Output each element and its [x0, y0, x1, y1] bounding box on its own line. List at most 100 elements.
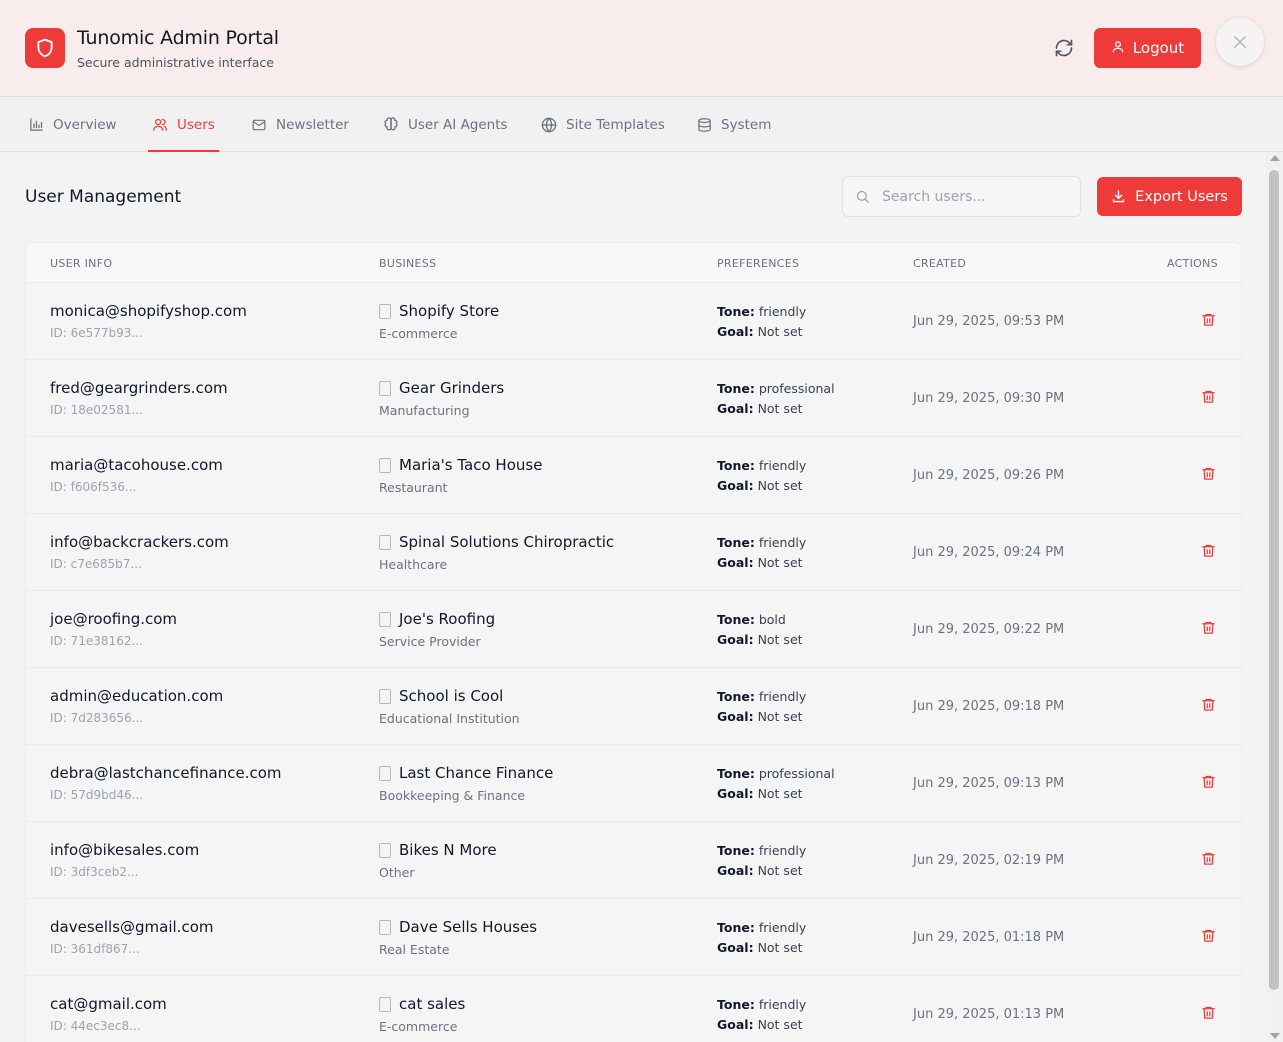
building-icon: [379, 381, 391, 396]
tab-system[interactable]: System: [697, 97, 771, 152]
goal-preference: Goal: Not set: [717, 863, 803, 878]
delete-user-button[interactable]: [1201, 619, 1217, 636]
created-date: Jun 29, 2025, 09:18 PM: [913, 699, 1065, 714]
tone-value: professional: [758, 766, 835, 781]
delete-user-button[interactable]: [1201, 542, 1217, 559]
tone-preference: Tone: friendly: [717, 997, 806, 1012]
delete-user-button[interactable]: [1201, 850, 1217, 867]
tone-label: Tone:: [717, 458, 755, 473]
column-header-preferences: PREFERENCES: [717, 257, 800, 270]
goal-preference: Goal: Not set: [717, 478, 803, 493]
tone-value: friendly: [758, 843, 807, 858]
building-icon: [379, 997, 391, 1012]
tab-user-ai-agents[interactable]: User AI Agents: [383, 97, 508, 152]
scrollbar-thumb[interactable]: [1269, 170, 1279, 990]
shield-icon: [25, 28, 65, 68]
logout-button[interactable]: Logout: [1094, 28, 1201, 68]
scroll-up-arrow[interactable]: [1270, 155, 1280, 161]
goal-value: Not set: [757, 632, 803, 647]
tone-value: friendly: [758, 997, 807, 1012]
goal-preference: Goal: Not set: [717, 555, 803, 570]
goal-preference: Goal: Not set: [717, 401, 803, 416]
search-box[interactable]: [842, 176, 1081, 217]
delete-user-button[interactable]: [1201, 696, 1217, 713]
delete-user-button[interactable]: [1201, 927, 1217, 944]
delete-user-button[interactable]: [1201, 773, 1217, 790]
tab-site-templates[interactable]: Site Templates: [541, 97, 665, 152]
created-date: Jun 29, 2025, 09:30 PM: [913, 391, 1065, 406]
user-id: ID: 361df867...: [50, 942, 140, 956]
trash-icon: [1202, 929, 1215, 942]
delete-user-button[interactable]: [1201, 465, 1217, 482]
tone-label: Tone:: [717, 535, 755, 550]
globe-icon: [541, 116, 557, 133]
refresh-icon[interactable]: [1052, 36, 1076, 60]
user-email: monica@shopifyshop.com: [50, 302, 247, 320]
search-icon: [856, 190, 869, 203]
goal-label: Goal:: [717, 1017, 754, 1032]
business-type: Restaurant: [379, 480, 448, 495]
business-name: Shopify Store: [399, 302, 500, 320]
business-type: Real Estate: [379, 942, 450, 957]
trash-icon: [1202, 852, 1215, 865]
tone-preference: Tone: friendly: [717, 689, 806, 704]
business-name: School is Cool: [399, 687, 504, 705]
tab-newsletter[interactable]: Newsletter: [251, 97, 349, 152]
tone-preference: Tone: professional: [717, 381, 835, 396]
tab-label: System: [721, 116, 772, 133]
user-id: ID: 3df3ceb2...: [50, 865, 139, 879]
goal-preference: Goal: Not set: [717, 324, 803, 339]
table-row: cat@gmail.com ID: 44ec3ec8... cat sales E-c…: [26, 976, 1241, 1042]
delete-user-button[interactable]: [1201, 1004, 1217, 1021]
user-email: admin@education.com: [50, 687, 224, 705]
trash-icon: [1202, 775, 1215, 788]
trash-icon: [1202, 621, 1215, 634]
business-name: Gear Grinders: [399, 379, 505, 397]
tone-preference: Tone: friendly: [717, 304, 806, 319]
tone-preference: Tone: friendly: [717, 458, 806, 473]
user-id: ID: c7e685b7...: [50, 557, 142, 571]
goal-value: Not set: [757, 478, 803, 493]
delete-user-button[interactable]: [1201, 388, 1217, 405]
goal-label: Goal:: [717, 786, 754, 801]
user-email: info@bikesales.com: [50, 841, 200, 859]
table-row: fred@geargrinders.com ID: 18e02581... Gear…: [26, 360, 1241, 437]
users-table: USER INFO BUSINESS PREFERENCES CREATED A…: [25, 242, 1242, 1042]
tab-overview[interactable]: Overview: [29, 97, 117, 152]
business-name: Dave Sells Houses: [399, 918, 538, 936]
business-type: Healthcare: [379, 557, 448, 572]
search-input[interactable]: [882, 188, 1062, 205]
goal-value: Not set: [757, 786, 803, 801]
goal-value: Not set: [757, 863, 803, 878]
created-date: Jun 29, 2025, 09:22 PM: [913, 622, 1065, 637]
table-row: info@bikesales.com ID: 3df3ceb2... Bikes N…: [26, 822, 1241, 899]
trash-icon: [1202, 390, 1215, 403]
goal-preference: Goal: Not set: [717, 632, 803, 647]
bar-chart-icon: [30, 118, 43, 131]
tab-users[interactable]: Users: [148, 97, 219, 152]
tone-label: Tone:: [717, 997, 755, 1012]
goal-value: Not set: [757, 940, 803, 955]
trash-icon: [1202, 698, 1215, 711]
delete-user-button[interactable]: [1201, 311, 1217, 328]
scroll-down-arrow[interactable]: [1270, 1033, 1280, 1039]
goal-label: Goal:: [717, 401, 754, 416]
goal-value: Not set: [757, 401, 803, 416]
column-header-actions: ACTIONS: [1167, 257, 1218, 270]
building-icon: [379, 612, 391, 627]
close-button[interactable]: [1216, 18, 1264, 66]
user-id: ID: 44ec3ec8...: [50, 1019, 141, 1033]
tone-preference: Tone: bold: [717, 612, 786, 627]
user-email: davesells@gmail.com: [50, 918, 214, 936]
trash-icon: [1202, 1006, 1215, 1019]
created-date: Jun 29, 2025, 02:19 PM: [913, 853, 1065, 868]
business-name: Spinal Solutions Chiropractic: [399, 533, 615, 551]
trash-icon: [1202, 313, 1215, 326]
tab-label: Users: [177, 116, 215, 133]
table-row: davesells@gmail.com ID: 361df867... Dave S…: [26, 899, 1241, 976]
vertical-scrollbar[interactable]: [1266, 152, 1283, 1042]
user-email: debra@lastchancefinance.com: [50, 764, 282, 782]
export-users-button[interactable]: Export Users: [1097, 177, 1242, 216]
tone-value: bold: [758, 612, 786, 627]
tab-label: Overview: [53, 116, 117, 133]
